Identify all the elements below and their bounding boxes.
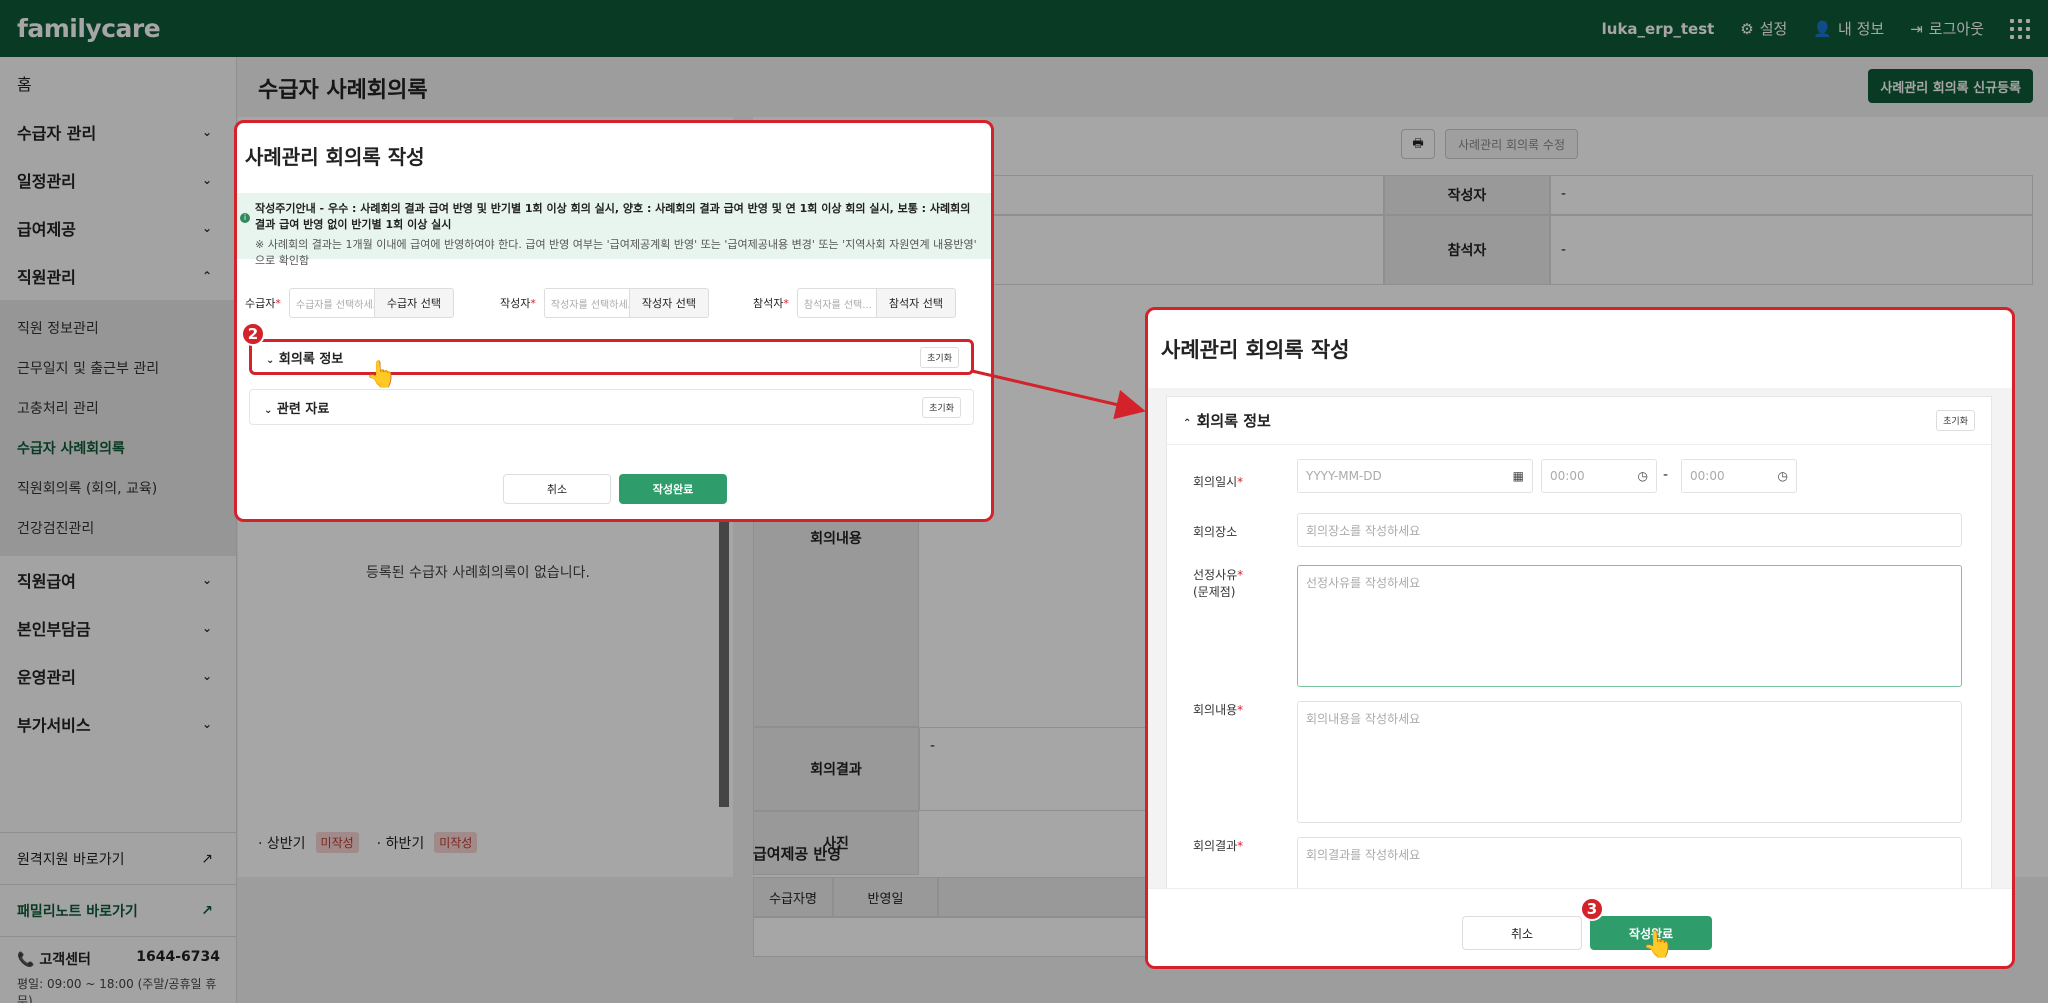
accordion-minutes-info[interactable]: ⌃ 회의록 정보 초기화 xyxy=(1167,397,1991,445)
cancel-button[interactable]: 취소 xyxy=(503,474,611,504)
place-input[interactable]: 회의장소를 작성하세요 xyxy=(1297,513,1962,547)
modal-title: 사례관리 회의록 작성 xyxy=(245,145,425,169)
modal-title: 사례관리 회의록 작성 xyxy=(1161,338,1350,362)
step-marker: 3 xyxy=(1580,897,1604,921)
chevron-down-icon: ⌄ xyxy=(264,404,273,416)
writer-select: 작성자 * 작성자를 선택하세요 작성자 선택 xyxy=(500,288,709,318)
notice-line: ※ 사례회의 결과는 1개월 이내에 급여에 반영하여야 한다. 급여 반영 여… xyxy=(255,238,977,267)
minutes-info-section: ⌃ 회의록 정보 초기화 회의일시* YYYY-MM-DD ▦ 00:00 ◷ - … xyxy=(1166,396,1992,897)
minutes-modal-expanded: 사례관리 회의록 작성 ⌃ 회의록 정보 초기화 회의일시* YYYY-MM-D… xyxy=(1145,307,2015,969)
content-textarea[interactable]: 회의내용을 작성하세요 xyxy=(1297,701,1962,823)
accordion-related-files[interactable]: ⌄ 관련 자료 초기화 xyxy=(249,389,974,425)
reset-button[interactable]: 초기화 xyxy=(920,346,959,368)
reset-button[interactable]: 초기화 xyxy=(1936,410,1975,431)
content-label: 회의내용* xyxy=(1193,703,1244,717)
attendee-input[interactable]: 참석자를 선택... xyxy=(796,288,877,318)
reason-textarea[interactable]: 선정사유를 작성하세요 xyxy=(1297,565,1962,687)
recipient-input[interactable]: 수급자를 선택하세요 xyxy=(288,288,375,318)
recipient-label: 수급자 xyxy=(245,297,276,310)
date-input[interactable]: YYYY-MM-DD ▦ xyxy=(1297,459,1533,493)
minutes-modal-collapsed: 사례관리 회의록 작성 i 작성주기안내 - 우수 : 사례회의 결과 급여 반… xyxy=(234,120,994,522)
notice-box: i 작성주기안내 - 우수 : 사례회의 결과 급여 반영 및 반기별 1회 이… xyxy=(237,193,991,267)
hand-cursor-icon: 👆 xyxy=(365,360,398,390)
notice-line: 작성주기안내 - 우수 : 사례회의 결과 급여 반영 및 반기별 1회 이상 … xyxy=(255,202,971,231)
attendee-select-button[interactable]: 참석자 선택 xyxy=(876,288,956,318)
cancel-button[interactable]: 취소 xyxy=(1462,916,1582,950)
date-label: 회의일시* xyxy=(1193,475,1244,489)
accordion-label: 회의록 정보 xyxy=(1196,412,1271,430)
calendar-icon: ▦ xyxy=(1512,469,1524,483)
time-separator: - xyxy=(1663,467,1669,483)
writer-input[interactable]: 작성자를 선택하세요 xyxy=(543,288,630,318)
accordion-label: 회의록 정보 xyxy=(278,351,344,367)
arrow-icon xyxy=(971,369,1146,420)
recipient-select-button[interactable]: 수급자 선택 xyxy=(374,288,454,318)
modal-body: ⌃ 회의록 정보 초기화 회의일시* YYYY-MM-DD ▦ 00:00 ◷ - … xyxy=(1148,388,2012,897)
modal-footer: 취소 작성완료 xyxy=(1148,888,2012,966)
chevron-down-icon: ⌄ xyxy=(266,354,275,366)
clock-icon: ◷ xyxy=(1777,469,1788,483)
start-time-input[interactable]: 00:00 ◷ xyxy=(1541,459,1657,493)
writer-select-button[interactable]: 작성자 선택 xyxy=(629,288,709,318)
reason-label: 선정사유* (문제점) xyxy=(1193,568,1244,599)
writer-label: 작성자 xyxy=(500,297,531,310)
attendee-label: 참석자 xyxy=(753,297,784,310)
hand-cursor-icon: 👆 xyxy=(1642,930,1675,960)
reset-button[interactable]: 초기화 xyxy=(922,396,961,418)
attendee-select: 참석자 * 참석자를 선택... 참석자 선택 xyxy=(753,288,956,318)
recipient-select: 수급자 * 수급자를 선택하세요 수급자 선택 xyxy=(245,288,454,318)
info-icon: i xyxy=(240,213,250,223)
place-label: 회의장소 xyxy=(1193,525,1238,539)
clock-icon: ◷ xyxy=(1637,469,1648,483)
end-time-input[interactable]: 00:00 ◷ xyxy=(1681,459,1797,493)
accordion-label: 관련 자료 xyxy=(276,401,330,417)
result-label: 회의결과* xyxy=(1193,839,1244,853)
step-marker: 2 xyxy=(241,322,265,346)
chevron-up-icon: ⌃ xyxy=(1183,418,1192,429)
submit-button[interactable]: 작성완료 xyxy=(619,474,727,504)
accordion-minutes-info[interactable]: ⌄ 회의록 정보 초기화 xyxy=(249,339,974,375)
